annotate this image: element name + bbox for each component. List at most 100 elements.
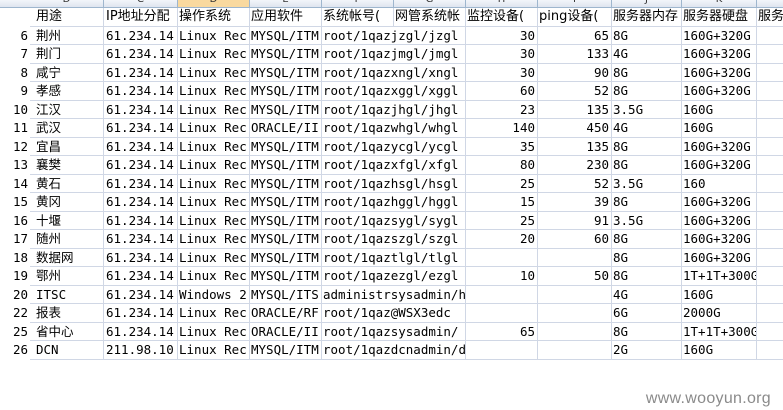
cell-ip[interactable]: 61.234.14 — [104, 304, 178, 323]
cell-use[interactable]: 数据网 — [30, 248, 104, 267]
cell-extra[interactable] — [757, 82, 783, 101]
cell-ping[interactable]: 135 — [538, 100, 612, 119]
cell-account[interactable]: root/1qazhggl/hggl — [322, 193, 466, 212]
cell-ip[interactable]: 61.234.14 — [104, 285, 178, 304]
cell-disk[interactable]: 160G — [682, 119, 757, 138]
cell-os[interactable]: Linux Rec — [178, 304, 250, 323]
cell-memory[interactable]: 6G — [612, 304, 682, 323]
cell-disk[interactable]: 160G+320G — [682, 82, 757, 101]
column-header[interactable]: C — [104, 0, 178, 7]
cell-monitor[interactable]: 30 — [466, 26, 538, 45]
cell-account[interactable]: root/1qazezgl/ezgl — [322, 267, 466, 286]
cell-app[interactable]: MYSQL/ITM — [250, 211, 322, 230]
header-cell-monitor[interactable]: 监控设备( — [466, 8, 538, 27]
cell-disk[interactable]: 160G+320G — [682, 26, 757, 45]
cell-memory[interactable]: 4G — [612, 119, 682, 138]
cell-use[interactable]: ITSC — [30, 285, 104, 304]
cell-ping[interactable]: 135 — [538, 137, 612, 156]
cell-extra[interactable] — [757, 267, 783, 286]
cell-extra[interactable] — [757, 101, 783, 119]
cell-extra[interactable] — [757, 230, 783, 249]
header-cell-app[interactable]: 应用软件 — [250, 8, 322, 27]
cell-ip[interactable]: 61.234.14 — [104, 193, 178, 212]
header-cell-account[interactable]: 系统帐号( — [322, 8, 394, 27]
cell-extra[interactable] — [757, 45, 783, 64]
row-number[interactable]: 12 — [0, 138, 30, 157]
cell-monitor[interactable]: 30 — [466, 45, 538, 64]
cell-use[interactable]: 孝感 — [30, 82, 104, 101]
cell-monitor[interactable]: 35 — [466, 137, 538, 156]
cell-use[interactable]: 咸宁 — [30, 63, 104, 82]
cell-extra[interactable] — [757, 27, 783, 45]
cell-monitor[interactable]: 80 — [466, 156, 538, 175]
cell-use[interactable]: 武汉 — [30, 119, 104, 138]
cell-use[interactable]: DCN — [30, 341, 104, 360]
cell-ping[interactable] — [538, 322, 612, 341]
cell-disk[interactable]: 160 — [682, 174, 757, 193]
cell-monitor[interactable] — [466, 285, 538, 304]
cell-ip[interactable]: 61.234.14 — [104, 63, 178, 82]
cell-ip[interactable]: 211.98.10 — [104, 341, 178, 360]
header-cell-os[interactable]: 操作系统 — [178, 8, 250, 27]
cell-app[interactable]: MYSQL/ITM — [250, 193, 322, 212]
row-number[interactable]: 25 — [0, 323, 30, 342]
cell-app[interactable]: MYSQL/ITM — [250, 248, 322, 267]
cell-app[interactable]: MYSQL/ITM — [250, 230, 322, 249]
cell-os[interactable]: Linux Rec — [178, 174, 250, 193]
cell-app[interactable]: ORACLE/II — [250, 119, 322, 138]
row-number[interactable]: 26 — [0, 341, 30, 360]
row-number[interactable] — [0, 8, 30, 27]
cell-disk[interactable]: 160G+320G — [682, 137, 757, 156]
cell-account[interactable]: root/1qazycgl/ycgl — [322, 137, 466, 156]
cell-app[interactable]: MYSQL/ITS — [250, 285, 322, 304]
cell-os[interactable]: Linux Rec — [178, 63, 250, 82]
cell-os[interactable]: Linux Rec — [178, 341, 250, 360]
column-header[interactable]: F — [322, 0, 394, 7]
column-header[interactable]: J — [612, 0, 682, 7]
cell-use[interactable]: 襄樊 — [30, 156, 104, 175]
cell-account[interactable]: root/1qaztlgl/tlgl — [322, 248, 466, 267]
cell-ping[interactable] — [538, 341, 612, 360]
cell-memory[interactable]: 8G — [612, 267, 682, 286]
cell-ping[interactable]: 230 — [538, 156, 612, 175]
cell-app[interactable]: MYSQL/ITM — [250, 267, 322, 286]
cell-ip[interactable]: 61.234.14 — [104, 174, 178, 193]
cell-app[interactable]: MYSQL/ITM — [250, 156, 322, 175]
cell-monitor[interactable]: 60 — [466, 82, 538, 101]
row-number[interactable]: 20 — [0, 286, 30, 305]
cell-monitor[interactable] — [466, 248, 538, 267]
cell-use[interactable]: 报表 — [30, 304, 104, 323]
cell-extra[interactable] — [757, 323, 783, 341]
row-number[interactable]: 16 — [0, 212, 30, 231]
row-number[interactable]: 18 — [0, 249, 30, 268]
cell-account[interactable]: root/1qazjzgl/jzgl — [322, 26, 466, 45]
cell-use[interactable]: 随州 — [30, 230, 104, 249]
cell-os[interactable]: Linux Rec — [178, 26, 250, 45]
cell-app[interactable]: MYSQL/ITM — [250, 63, 322, 82]
cell-extra[interactable] — [757, 249, 783, 267]
row-number[interactable]: 15 — [0, 193, 30, 212]
cell-extra[interactable] — [757, 341, 783, 360]
cell-app[interactable]: MYSQL/ITM — [250, 137, 322, 156]
cell-monitor[interactable]: 30 — [466, 63, 538, 82]
header-cell-ping[interactable]: ping设备( — [538, 8, 612, 27]
cell-ip[interactable]: 61.234.14 — [104, 322, 178, 341]
column-header[interactable]: H — [466, 0, 538, 7]
cell-extra[interactable] — [757, 156, 783, 175]
cell-account[interactable]: root/1qazhsgl/hsgl — [322, 174, 466, 193]
cell-os[interactable]: Linux Rec — [178, 100, 250, 119]
cell-extra[interactable] — [757, 138, 783, 156]
column-header[interactable]: I — [538, 0, 612, 7]
column-header[interactable]: E — [250, 0, 322, 7]
cell-account[interactable]: root/1qazxfgl/xfgl — [322, 156, 466, 175]
header-cell-ip[interactable]: IP地址分配 — [104, 8, 178, 27]
row-number[interactable]: 14 — [0, 175, 30, 194]
cell-memory[interactable]: 8G — [612, 230, 682, 249]
cell-ip[interactable]: 61.234.14 — [104, 45, 178, 64]
row-number[interactable]: 17 — [0, 230, 30, 249]
cell-ip[interactable]: 61.234.14 — [104, 230, 178, 249]
cell-os[interactable]: Linux Rec — [178, 45, 250, 64]
cell-ping[interactable] — [538, 304, 612, 323]
cell-ip[interactable]: 61.234.14 — [104, 119, 178, 138]
cell-disk[interactable]: 1T+1T+300G — [682, 322, 757, 341]
